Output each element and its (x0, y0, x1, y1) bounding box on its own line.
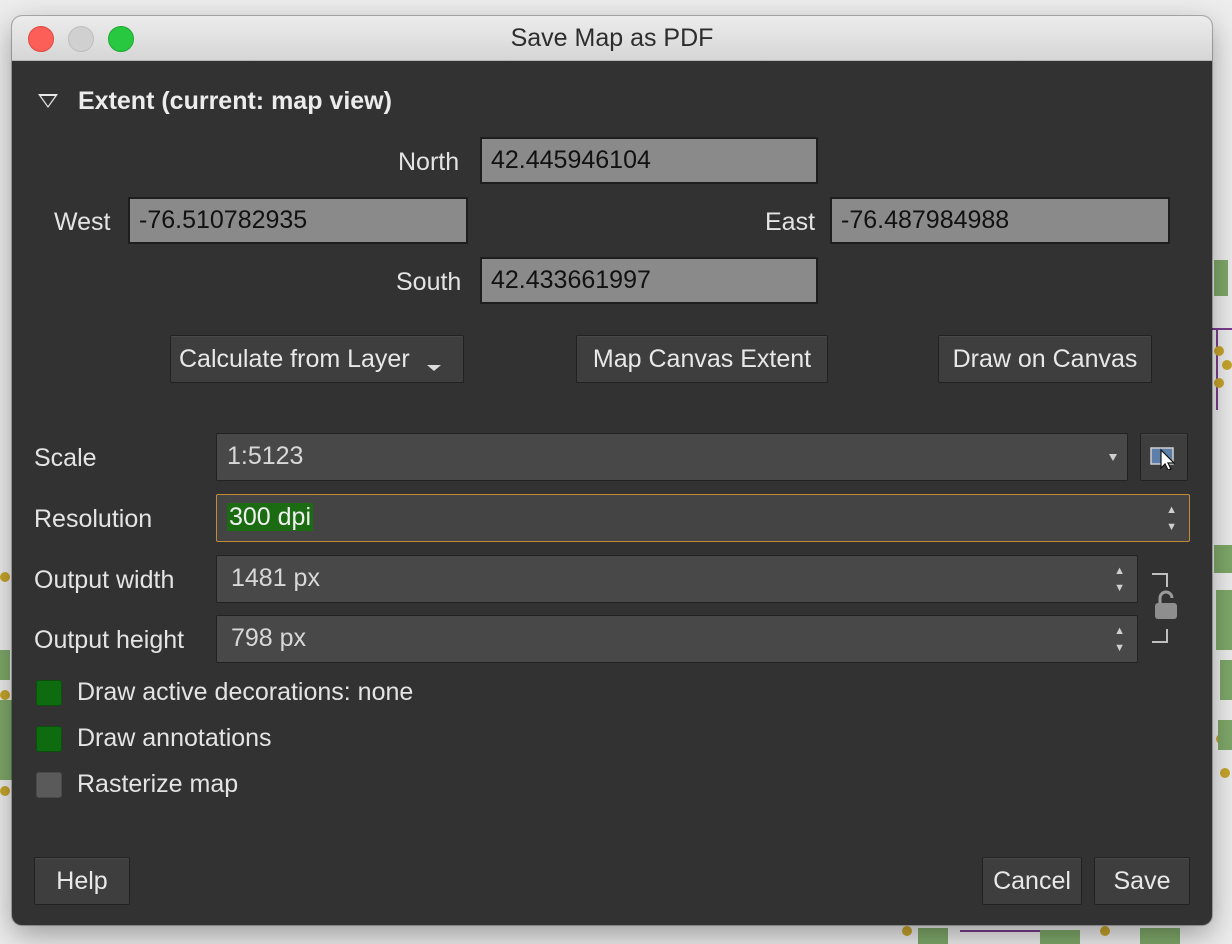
help-button[interactable]: Help (34, 857, 130, 905)
east-label: East (765, 208, 816, 236)
calculate-from-layer-button[interactable]: Calculate from Layer (170, 335, 464, 383)
aspect-lock-toggle[interactable] (1150, 569, 1186, 645)
cancel-button[interactable]: Cancel (982, 857, 1082, 905)
output-height-value: 798 px (231, 624, 307, 652)
draw-decorations-checkbox[interactable] (36, 679, 62, 706)
output-width-label: Output width (34, 566, 175, 594)
title-bar: Save Map as PDF (12, 16, 1212, 61)
pick-scale-from-map-button[interactable] (1140, 433, 1188, 481)
dropdown-arrow-icon (426, 365, 441, 371)
scale-combobox[interactable]: 1:5123 (216, 433, 1128, 481)
east-input[interactable]: -76.487984988 (830, 197, 1170, 244)
north-label: North (398, 148, 460, 176)
draw-on-canvas-button[interactable]: Draw on Canvas (938, 335, 1152, 383)
spin-arrows-icon[interactable]: ▲ ▼ (1114, 563, 1125, 597)
output-height-label: Output height (34, 626, 185, 654)
save-button[interactable]: Save (1094, 857, 1190, 905)
extent-section-title: Extent (current: map view) (78, 86, 392, 115)
west-input[interactable]: -76.510782935 (128, 197, 468, 244)
south-label: South (396, 268, 462, 296)
draw-annotations-label: Draw annotations (77, 724, 272, 752)
calculate-from-layer-label: Calculate from Layer (179, 345, 410, 373)
dialog-content: Extent (current: map view) North 42.4459… (12, 61, 1212, 925)
draw-annotations-checkbox[interactable] (36, 725, 62, 752)
output-height-spinbox[interactable]: 798 px ▲ ▼ (216, 615, 1138, 663)
resolution-value: 300 dpi (227, 503, 314, 531)
triangle-down-icon[interactable] (38, 94, 58, 108)
output-width-spinbox[interactable]: 1481 px ▲ ▼ (216, 555, 1138, 603)
window-title: Save Map as PDF (510, 24, 714, 52)
extent-section-header[interactable]: Extent (current: map view) (38, 83, 392, 119)
draw-decorations-option[interactable]: Draw active decorations: none (36, 678, 413, 707)
output-width-value: 1481 px (231, 564, 320, 592)
scale-label: Scale (34, 444, 97, 472)
north-input[interactable]: 42.445946104 (480, 137, 818, 184)
rasterize-map-option[interactable]: Rasterize map (36, 770, 238, 799)
rasterize-map-checkbox[interactable] (36, 771, 62, 798)
west-label: West (54, 208, 111, 236)
map-cursor-icon (1150, 447, 1176, 471)
chevron-down-icon (1109, 454, 1117, 461)
draw-decorations-label: Draw active decorations: none (77, 678, 414, 706)
map-canvas-extent-button[interactable]: Map Canvas Extent (576, 335, 828, 383)
draw-annotations-option[interactable]: Draw annotations (36, 724, 272, 753)
resolution-spinbox[interactable]: 300 dpi ▲ ▼ (216, 494, 1190, 542)
resolution-label: Resolution (34, 505, 153, 533)
spin-arrows-icon[interactable]: ▲ ▼ (1166, 502, 1177, 536)
unlocked-padlock-icon (1155, 590, 1177, 619)
south-input[interactable]: 42.433661997 (480, 257, 818, 304)
rasterize-map-label: Rasterize map (77, 770, 239, 798)
scale-value: 1:5123 (227, 442, 304, 470)
save-pdf-dialog: Save Map as PDF Extent (current: map vie… (12, 16, 1212, 925)
spin-arrows-icon[interactable]: ▲ ▼ (1114, 623, 1125, 657)
